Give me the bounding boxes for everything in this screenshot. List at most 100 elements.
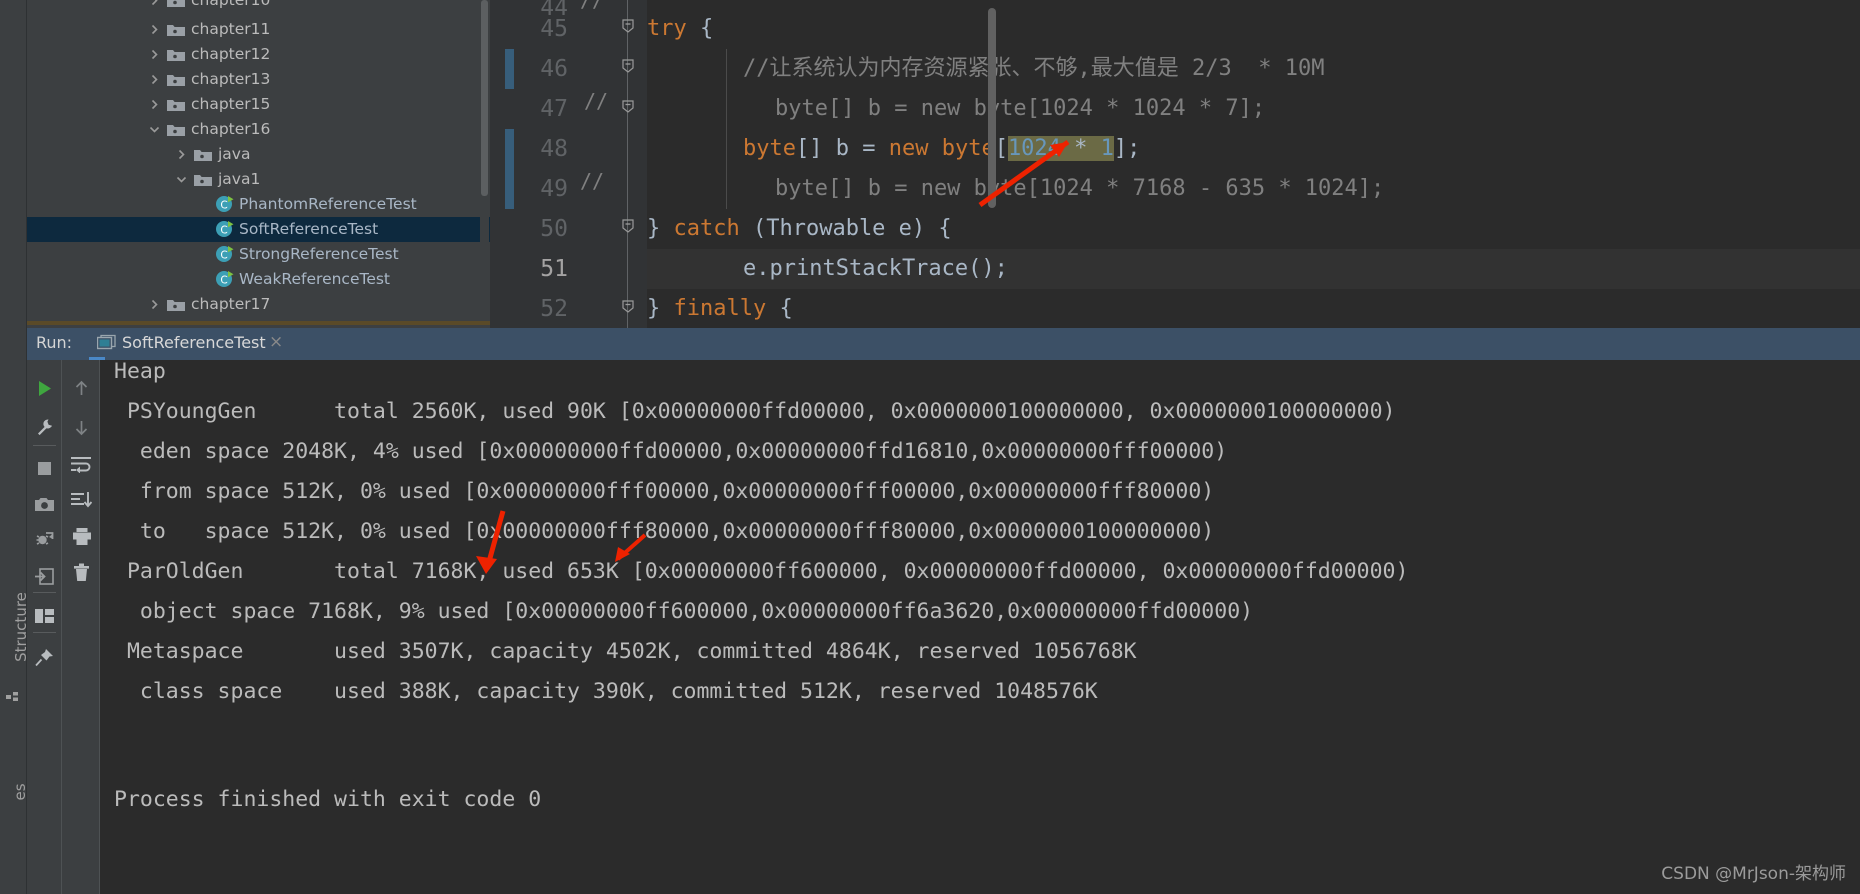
soft-wrap-icon[interactable] xyxy=(64,448,99,480)
fold-marker-icon[interactable] xyxy=(620,298,636,318)
fold-marker-icon[interactable] xyxy=(620,218,636,238)
java-class-icon: C xyxy=(215,267,235,292)
layout-icon[interactable] xyxy=(27,600,62,632)
down-arrow-icon[interactable] xyxy=(64,411,99,443)
fold-column-comment: // xyxy=(580,0,605,12)
sidebar-item-favorites[interactable]: es xyxy=(11,752,29,832)
run-toolbar-secondary xyxy=(62,360,100,894)
camera-icon[interactable] xyxy=(27,488,62,520)
editor-scrollbar-thumb[interactable] xyxy=(988,8,996,208)
fold-marker-icon[interactable] xyxy=(620,98,636,118)
project-tree[interactable]: chapter10 chapter11 chapter12 chapter13 … xyxy=(27,0,490,321)
chevron-down-icon[interactable] xyxy=(147,117,161,142)
run-panel: Run: SoftReferenceTest × Heap PSYoungGen… xyxy=(0,328,1860,894)
console-line: Metaspace used 3507K, capacity 4502K, co… xyxy=(114,639,1137,664)
chevron-right-icon[interactable] xyxy=(147,67,161,92)
svg-text:C: C xyxy=(220,275,227,287)
chevron-right-icon[interactable] xyxy=(147,42,161,67)
line-number: 52 xyxy=(540,296,568,322)
tree-row[interactable]: chapter12 xyxy=(27,42,490,67)
tree-row[interactable]: java xyxy=(27,142,490,167)
scroll-to-end-icon[interactable] xyxy=(64,484,99,516)
tree-item-label: java xyxy=(218,145,251,163)
stop-icon[interactable] xyxy=(27,452,62,484)
tab-softreferencetest[interactable]: SoftReferenceTest × xyxy=(89,328,283,360)
code-line-52: } finally { xyxy=(647,296,793,321)
toolbar-separator xyxy=(33,632,56,633)
chevron-right-icon[interactable] xyxy=(147,292,161,317)
fold-region-bar xyxy=(627,0,628,328)
folder-icon xyxy=(167,0,185,13)
code-line-51: e.printStackTrace(); xyxy=(743,256,1008,281)
chevron-right-icon[interactable] xyxy=(174,142,188,167)
tree-item-label: PhantomReferenceTest xyxy=(239,195,417,213)
run-toolbar-primary xyxy=(27,360,62,894)
close-icon[interactable]: × xyxy=(269,332,283,352)
structure-icon[interactable] xyxy=(6,688,20,707)
tree-row[interactable]: chapter13 xyxy=(27,67,490,92)
chevron-right-icon[interactable] xyxy=(147,0,161,13)
panel-divider[interactable] xyxy=(27,321,490,325)
tree-item-label: SoftReferenceTest xyxy=(239,220,379,238)
debug-restart-icon[interactable] xyxy=(27,524,62,556)
tree-row[interactable]: C PhantomReferenceTest xyxy=(27,192,490,217)
folder-icon xyxy=(167,92,185,117)
line-number: 45 xyxy=(540,16,568,42)
console-line: eden space 2048K, 4% used [0x00000000ffd… xyxy=(114,439,1228,464)
java-class-icon: C xyxy=(215,192,235,217)
fold-marker-icon[interactable] xyxy=(620,18,636,38)
svg-text:C: C xyxy=(220,225,227,237)
ide-window: chapter10 chapter11 chapter12 chapter13 … xyxy=(0,0,1860,894)
folder-icon xyxy=(167,17,185,42)
code-line-48: byte[] b = new byte[1024 * 1]; xyxy=(743,136,1141,161)
line-number: 49 xyxy=(540,176,568,202)
console-line: to space 512K, 0% used [0x00000000fff800… xyxy=(114,519,1215,544)
chevron-down-icon[interactable] xyxy=(174,167,188,192)
folder-icon xyxy=(194,167,212,192)
line-number: 48 xyxy=(540,136,568,162)
sidebar-item-structure[interactable]: Structure xyxy=(12,572,30,682)
folder-icon xyxy=(194,142,212,167)
tree-row[interactable]: java1 xyxy=(27,167,490,192)
fold-column-comment: // xyxy=(584,89,609,113)
console-line: PSYoungGen total 2560K, used 90K [0x0000… xyxy=(114,399,1396,424)
tree-row[interactable]: chapter11 xyxy=(27,17,490,42)
tree-item-label: chapter16 xyxy=(191,120,271,138)
tree-row[interactable]: chapter10 xyxy=(27,0,490,13)
chevron-right-icon[interactable] xyxy=(147,17,161,42)
left-tool-rail-top xyxy=(0,0,27,328)
settings-wrench-icon[interactable] xyxy=(27,411,62,443)
console-output[interactable]: Heap PSYoungGen total 2560K, used 90K [0… xyxy=(100,360,1860,894)
toolbar-separator xyxy=(33,592,56,593)
console-tab-icon xyxy=(96,334,116,357)
code-editor[interactable]: 44 45 46 47 48 49 50 51 52 // // // try … xyxy=(490,0,1860,328)
console-line: object space 7168K, 9% used [0x00000000f… xyxy=(114,599,1254,624)
print-icon[interactable] xyxy=(64,520,99,552)
line-number: 50 xyxy=(540,216,568,242)
folder-icon xyxy=(167,292,185,317)
tree-row[interactable]: C StrongReferenceTest xyxy=(27,242,490,267)
up-arrow-icon[interactable] xyxy=(64,372,99,404)
tree-row[interactable]: chapter16 xyxy=(27,117,490,142)
pin-icon[interactable] xyxy=(27,641,62,673)
editor-fold-column[interactable] xyxy=(580,0,647,328)
line-number: 47 xyxy=(540,96,568,122)
tree-row[interactable]: chapter17 xyxy=(27,292,490,317)
clear-all-trash-icon[interactable] xyxy=(64,556,99,588)
scrollbar-thumb[interactable] xyxy=(481,0,488,196)
rerun-icon[interactable] xyxy=(27,372,62,404)
tree-item-label: chapter13 xyxy=(191,70,271,88)
tree-row-selected[interactable]: C SoftReferenceTest xyxy=(27,217,490,242)
tree-item-label: chapter15 xyxy=(191,95,271,113)
code-line-46: //让系统认为内存资源紧张、不够,最大值是 2/3 * 10M xyxy=(743,56,1325,81)
chevron-right-icon[interactable] xyxy=(147,92,161,117)
fold-marker-icon[interactable] xyxy=(620,58,636,78)
console-line-exit: Process finished with exit code 0 xyxy=(114,787,542,812)
export-icon[interactable] xyxy=(27,560,62,592)
tree-item-label: chapter11 xyxy=(191,20,271,38)
java-class-icon: C xyxy=(215,217,235,242)
fold-column-comment: // xyxy=(580,169,605,193)
tree-item-label: chapter17 xyxy=(191,295,271,313)
tree-row[interactable]: chapter15 xyxy=(27,92,490,117)
tree-row[interactable]: C WeakReferenceTest xyxy=(27,267,490,292)
